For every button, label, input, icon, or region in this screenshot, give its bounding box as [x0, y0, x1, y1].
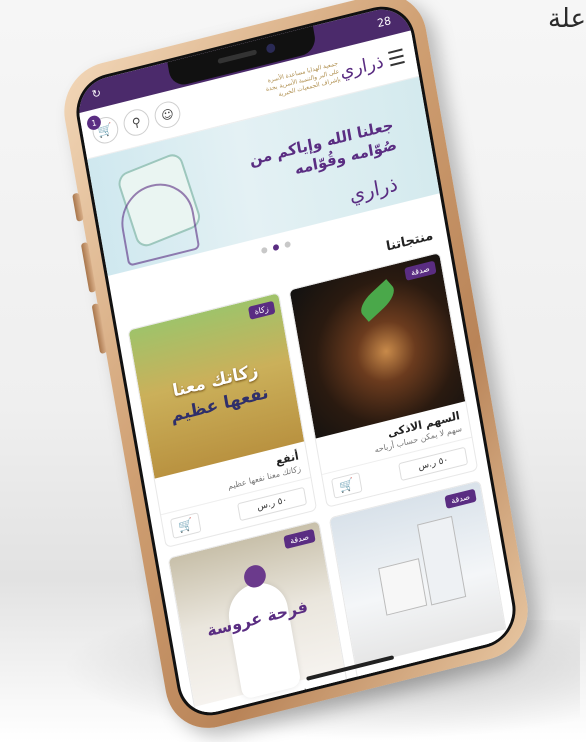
user-icon: ☺ [160, 106, 175, 124]
product-price: ٥٠ ر.س [237, 486, 308, 522]
product-price: ٥٠ ر.س [398, 446, 469, 482]
phone-mockup: ↻ 28 1 🛒 ⚲ ☺ جمعية الهدايا مساعدة الأسرة… [0, 0, 586, 742]
mute-switch [72, 192, 84, 222]
carousel-dot-active[interactable] [272, 243, 280, 252]
carousel-dot[interactable] [260, 246, 268, 255]
phone-frame: ↻ 28 1 🛒 ⚲ ☺ جمعية الهدايا مساعدة الأسرة… [57, 0, 535, 738]
search-icon: ⚲ [130, 114, 142, 131]
product-card[interactable]: زكاة زكاتك معنا نفعها عظيم أنفع زكاتك مع… [127, 292, 318, 549]
volume-down-button [91, 303, 108, 355]
menu-icon[interactable]: ☰ [386, 44, 408, 72]
product-card[interactable]: صدقة فرحة عروسة سهم فرحة [167, 520, 352, 720]
product-tag: صدقة [283, 528, 316, 550]
cart-icon: 🛒 [177, 516, 195, 535]
product-card[interactable]: صدقة السهم الاذكى سهم لا يمكن حساب أرباح… [288, 251, 479, 508]
add-to-cart-button[interactable]: 🛒 [330, 472, 363, 499]
user-button[interactable]: ☺ [152, 98, 183, 131]
speaker [217, 49, 258, 64]
banner-logo: ذراري [347, 171, 400, 208]
app-display: ↻ 28 1 🛒 ⚲ ☺ جمعية الهدايا مساعدة الأسرة… [74, 2, 518, 720]
search-button[interactable]: ⚲ [121, 106, 152, 139]
cart-button[interactable]: 1 🛒 [85, 114, 121, 147]
status-left: ↻ [90, 86, 103, 102]
cart-icon: 🛒 [338, 476, 356, 495]
product-tag: صدقة [404, 260, 437, 281]
product-card[interactable]: صدقة بشر الأجهزة الكهربائية [328, 480, 513, 704]
product-tag: زكاة [247, 300, 276, 320]
status-right: 28 [376, 14, 393, 31]
phone-screen: ↻ 28 1 🛒 ⚲ ☺ جمعية الهدايا مساعدة الأسرة… [70, 0, 522, 723]
product-grid: صدقة السهم الاذكى سهم لا يمكن حساب أرباح… [118, 250, 518, 720]
product-tag: صدقة [444, 488, 477, 509]
carousel-dot[interactable] [284, 240, 292, 249]
image-overlay-text: زكاتك معنا نفعها عظيم [148, 353, 286, 433]
site-logo[interactable]: ذراري [338, 48, 385, 85]
add-to-cart-button[interactable]: 🛒 [169, 512, 202, 539]
washer-shape [377, 558, 427, 616]
volume-up-button [80, 241, 97, 293]
camera [265, 42, 276, 54]
leaf-shape [355, 279, 399, 322]
dress-shape [224, 576, 302, 700]
